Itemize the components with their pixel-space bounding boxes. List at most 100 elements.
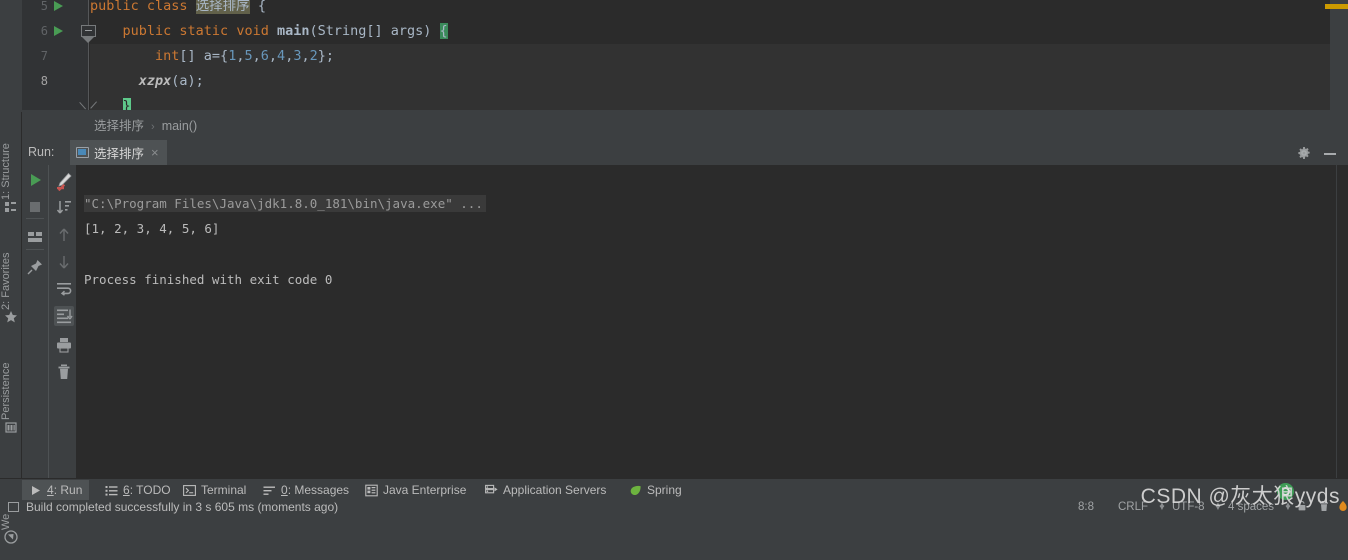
minimize-icon[interactable] [1322,145,1338,161]
next-occurrence[interactable] [54,252,74,272]
code-token: }; [317,48,335,64]
run-toolbar-primary[interactable] [22,165,48,478]
run-tool-window[interactable]: Run: 选择排序 × "C:\Program Files\Java\jdk1.… [22,140,1348,478]
clear-all-button[interactable] [54,362,74,382]
fold-region-tip-icon [82,37,94,43]
rerun-button[interactable] [25,170,45,190]
run-tool-window-header: Run: 选择排序 × [22,140,1348,165]
stop-button[interactable] [25,197,45,217]
code-token: (a); [171,73,204,89]
toolwindow-button-label: Java Enterprise [383,483,467,497]
toolwindow-button-label: 4: Run [47,483,83,497]
code-token: 选择排序 [195,0,250,14]
error-stripe-marker[interactable] [1325,4,1348,9]
gutter-row[interactable]: 6 [22,19,88,44]
terminal-icon [183,484,196,497]
close-icon[interactable]: × [149,146,159,159]
code-editor[interactable]: 5 6 7 8 public class 选择排序 { public static v… [0,0,1348,112]
run-gutter-icon[interactable] [54,1,63,11]
gutter-row[interactable]: 5 [22,0,88,19]
web-icon[interactable] [0,530,22,544]
build-status-message[interactable]: Build completed successfully in 3 s 605 … [26,500,338,514]
console-output[interactable]: "C:\Program Files\Java\jdk1.8.0_181\bin\… [76,165,1348,478]
code-line[interactable]: public static void main(String[] args) { [90,19,1348,44]
tool-strip-item-persistence[interactable]: Persistence [0,350,22,450]
fold-collapse-icon[interactable] [81,25,96,37]
code-token: xzpx [138,73,172,89]
tool-strip-item-favorites[interactable]: 2: Favorites [0,240,22,340]
code-text[interactable]: public class 选择排序 { public static void m… [90,0,1348,112]
code-line[interactable]: public class 选择排序 { [90,0,1348,19]
console-output-line: Process finished with exit code 0 [84,272,333,287]
toolwindow-button-javaenterprise[interactable]: Java Enterprise [358,480,473,500]
sort-button[interactable] [54,198,74,218]
line-number: 6 [40,24,48,38]
rerun-failed-button[interactable] [54,171,74,192]
code-token: (String[] args) [309,23,440,39]
spring-icon [629,484,642,497]
code-token: [] a={ [179,48,229,64]
code-token: 6 [260,48,269,64]
play-icon [29,484,42,497]
code-line[interactable]: int[] a={1,5,6,4,3,2}; [90,44,1348,69]
run-toolbar-secondary[interactable] [48,165,76,478]
toolwindow-button-applicationservers[interactable]: Application Servers [478,480,613,500]
toolwindow-button-todo[interactable]: 6: TODO [98,480,178,500]
breadcrumb-item[interactable]: main() [162,119,197,133]
prev-occurrence[interactable] [54,225,74,245]
print-button[interactable] [54,335,74,355]
persistence-icon[interactable] [0,420,22,434]
editor-gutter[interactable]: 5 6 7 8 [22,0,88,112]
toolwindow-button-run[interactable]: 4: Run [22,480,90,500]
build-icon [8,502,19,512]
gutter-row[interactable]: 7 [22,44,88,69]
todo-icon [105,484,118,497]
editor-right-gutter[interactable] [1330,0,1348,112]
toolwindow-button-spring[interactable]: Spring [622,480,689,500]
tool-strip-label: 1: Structure [0,143,12,200]
code-line[interactable]: xzpx(a); [90,69,1348,94]
run-config-icon [76,147,89,158]
console-command-line: "C:\Program Files\Java\jdk1.8.0_181\bin\… [84,195,486,212]
code-token: public [90,23,180,39]
breadcrumb-item[interactable]: 选择排序 [94,119,144,133]
pin-button[interactable] [25,257,45,277]
java-ee-icon [365,484,378,497]
tool-strip-label: 2: Favorites [0,252,12,310]
toolwindow-button-messages[interactable]: 0: Messages [256,480,356,500]
layout-button[interactable] [25,227,45,247]
app-servers-icon [485,484,498,497]
tool-strip-label: Persistence [0,362,12,420]
line-number: 5 [40,0,48,13]
run-configuration-tab[interactable]: 选择排序 × [70,140,167,165]
left-tool-window-strip[interactable]: 1: Structure 2: Favorites Persistence Web [0,112,22,544]
scroll-to-end-button[interactable] [54,306,74,326]
breadcrumb-bar: 选择排序 › main() [22,112,1348,140]
star-icon[interactable] [0,310,22,324]
soft-wrap-button[interactable] [54,279,74,299]
line-number: 8 [40,74,48,88]
toolbar-separator [26,218,44,219]
gutter-row[interactable]: 8 [22,69,88,94]
messages-icon [263,484,276,497]
run-gutter-icon[interactable] [54,26,63,36]
toolwindow-button-terminal[interactable]: Terminal [176,480,253,500]
code-token: main [276,23,310,39]
toolwindow-accelerator: 6 [123,483,130,497]
structure-icon[interactable] [0,200,22,214]
code-token: int [155,48,180,64]
breadcrumb[interactable]: 选择排序 › main() [94,112,197,140]
code-token: public [90,0,147,14]
code-token: , [252,48,261,64]
run-tab-label: 选择排序 [94,147,145,161]
toolwindow-button-label: Application Servers [503,483,607,497]
tool-strip-item-structure[interactable]: 1: Structure [0,130,22,230]
console-output-line: [1, 2, 3, 4, 5, 6] [84,221,220,236]
status-caret-position[interactable]: 8:8 [1078,500,1094,514]
gear-icon[interactable] [1296,145,1312,161]
toolwindow-button-label: 6: TODO [123,483,171,497]
run-title-label: Run: [28,145,55,159]
console-scrollbar[interactable] [1336,165,1348,478]
